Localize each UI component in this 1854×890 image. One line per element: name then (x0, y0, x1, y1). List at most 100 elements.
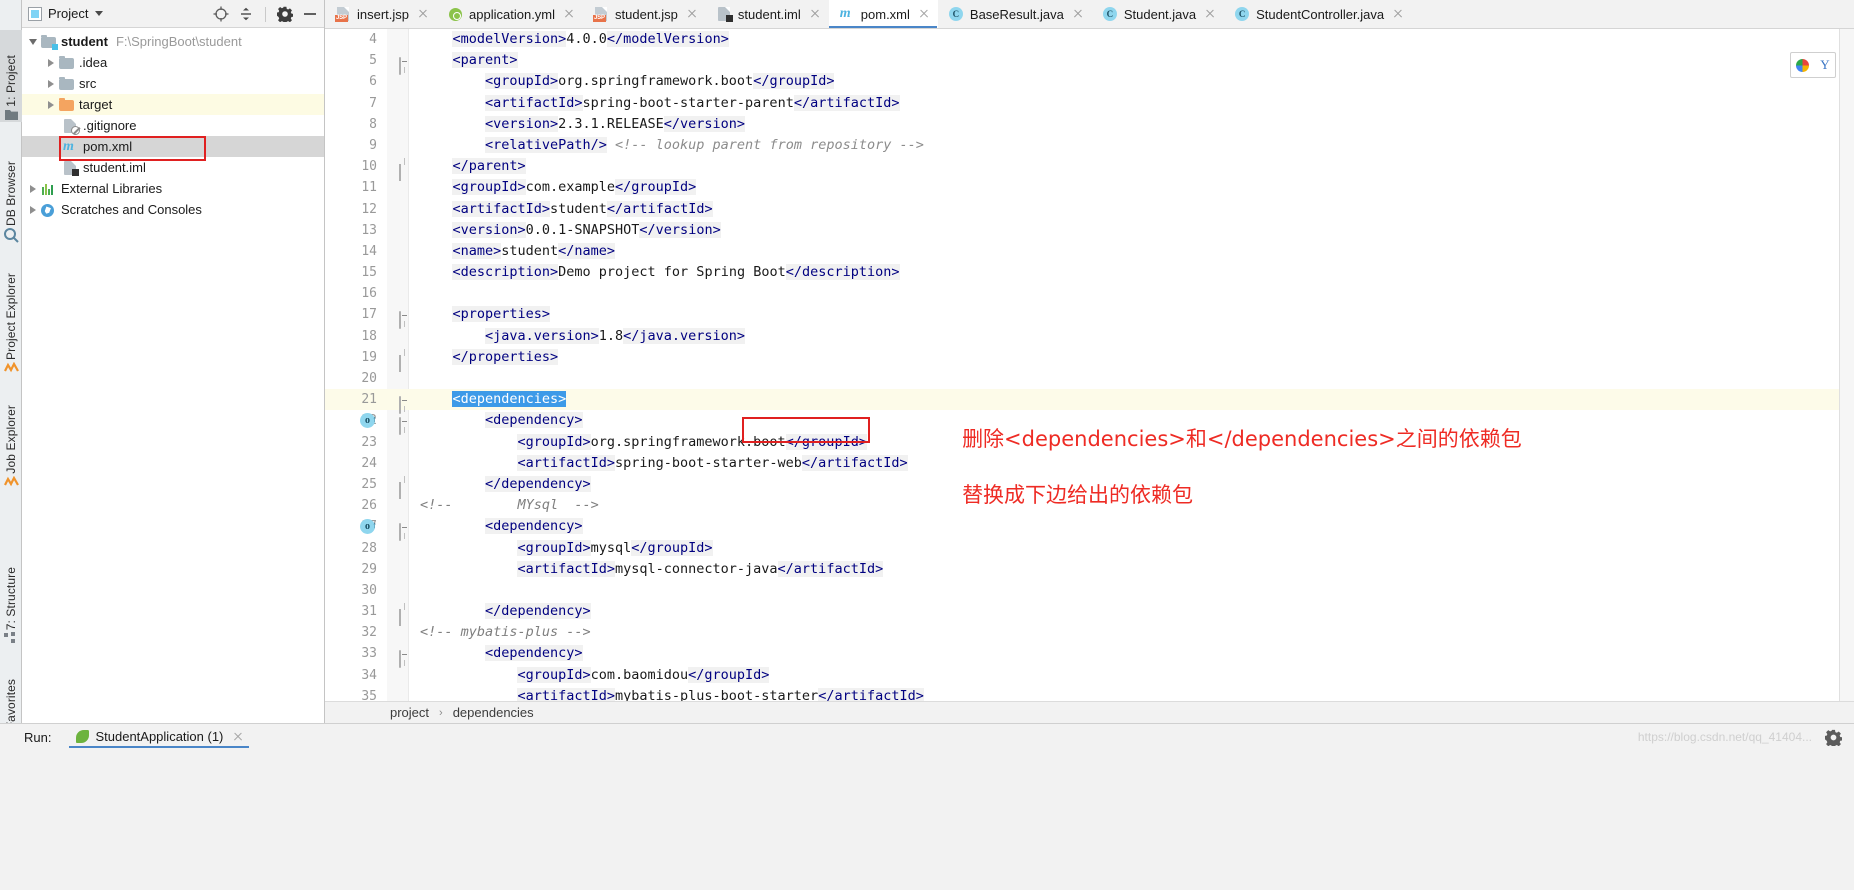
fold-collapse-icon[interactable] (399, 649, 409, 669)
chevron-collapsed-icon[interactable] (44, 100, 58, 109)
code-line[interactable]: 31 </dependency> (325, 601, 1854, 627)
tab-insert-jsp[interactable]: JSP insert.jsp (325, 0, 437, 28)
chevron-collapsed-icon[interactable] (44, 58, 58, 67)
code-line[interactable]: 19 </properties> (325, 347, 1854, 372)
code-line[interactable]: 5 <parent> (325, 50, 1854, 76)
code-line[interactable]: 4 <modelVersion>4.0.0</modelVersion> (325, 29, 1854, 50)
fold-region-end-icon[interactable] (399, 162, 409, 182)
sidebar-item-project[interactable]: 1: Project (0, 30, 22, 122)
code-line[interactable]: 35 <artifactId>mybatis-plus-boot-starter<… (325, 686, 1854, 701)
tree-item-idea[interactable]: .idea (22, 52, 324, 73)
code-line[interactable]: 30 (325, 580, 1854, 601)
close-icon[interactable] (1392, 8, 1404, 20)
code-line[interactable]: 14 <name>student</name> (325, 241, 1854, 262)
chevron-collapsed-icon[interactable] (44, 79, 58, 88)
tree-item-pom-xml[interactable]: m pom.xml (22, 136, 324, 157)
code-editor[interactable]: 4 <modelVersion>4.0.0</modelVersion> 5 <par… (325, 29, 1854, 701)
close-icon[interactable] (1072, 8, 1084, 20)
code-line[interactable]: 29 <artifactId>mysql-connector-java</arti… (325, 559, 1854, 580)
tree-item-scratches-and-consoles[interactable]: Scratches and Consoles (22, 199, 324, 220)
code-line[interactable]: 8 <version>2.3.1.RELEASE</version> (325, 114, 1854, 135)
tree-item-label: student.iml (83, 160, 146, 175)
inspection-level-icon[interactable] (1796, 58, 1810, 72)
tree-item-src[interactable]: src (22, 73, 324, 94)
chevron-collapsed-icon[interactable] (26, 205, 40, 214)
close-icon[interactable] (232, 731, 243, 742)
code-line[interactable]: 20 (325, 368, 1854, 389)
locate-icon[interactable] (213, 6, 229, 22)
fold-collapse-icon[interactable] (399, 416, 409, 436)
code-line[interactable]: 34 <groupId>com.baomidou</groupId> (325, 665, 1854, 686)
code-line[interactable]: 15 <description>Demo project for Spring B… (325, 262, 1854, 283)
chevron-down-icon[interactable] (95, 11, 104, 16)
code-line[interactable]: 16 (325, 283, 1854, 304)
sidebar-item-db-browser[interactable]: DB Browser (0, 135, 22, 245)
hide-icon[interactable] (302, 6, 318, 22)
sidebar-item-structure[interactable]: 7: Structure (0, 548, 22, 646)
code-line[interactable]: 33 <dependency> (325, 643, 1854, 669)
code-line[interactable]: 13 <version>0.0.1-SNAPSHOT</version> (325, 220, 1854, 241)
close-icon[interactable] (686, 8, 698, 20)
code-line[interactable]: 28 <groupId>mysql</groupId> (325, 538, 1854, 559)
hector-icon[interactable]: Y (1820, 57, 1829, 73)
breadcrumb-item-project[interactable]: project (390, 705, 429, 720)
collapse-all-icon[interactable] (238, 6, 254, 22)
maven-dependency-marker-icon[interactable]: o (360, 515, 377, 537)
sidebar-item-job-explorer[interactable]: Job Explorer (0, 382, 22, 490)
fold-region-end-icon[interactable] (399, 480, 409, 499)
tree-item-external-libraries[interactable]: External Libraries (22, 178, 324, 199)
code-line[interactable]: 7 <artifactId>spring-boot-starter-parent<… (325, 93, 1854, 114)
inspection-widget[interactable]: Y (1790, 52, 1836, 78)
code-text-area[interactable]: 4 <modelVersion>4.0.0</modelVersion> 5 <par… (325, 29, 1854, 701)
code-line[interactable]: 17 <properties> (325, 304, 1854, 330)
code-line[interactable]: 32 <!-- mybatis-plus --> (325, 622, 1854, 643)
tab-pom-xml[interactable]: m pom.xml (828, 0, 938, 28)
sidebar-item-project-explorer[interactable]: Project Explorer (0, 250, 22, 376)
line-number: 25 (361, 476, 377, 492)
close-icon[interactable] (809, 8, 821, 20)
fold-collapse-icon[interactable] (399, 395, 409, 415)
code-line[interactable]: 6 <groupId>org.springframework.boot</grou… (325, 71, 1854, 92)
settings-gear-icon[interactable] (277, 6, 293, 22)
editor-marker-gutter[interactable] (1839, 29, 1854, 701)
code-line-text: <!-- mybatis-plus --> (420, 622, 591, 643)
xml-value: org.springframework.boot (590, 433, 786, 450)
breadcrumb[interactable]: project › dependencies (325, 701, 1854, 723)
gear-icon[interactable] (1825, 729, 1842, 746)
code-line[interactable]: 9 <relativePath/> <!-- lookup parent from… (325, 135, 1854, 156)
code-line[interactable]: 11 <groupId>com.example</groupId> (325, 177, 1854, 198)
chevron-collapsed-icon[interactable] (26, 184, 40, 193)
fold-collapse-icon[interactable] (399, 522, 409, 542)
tab-student-jsp[interactable]: JSP student.jsp (583, 0, 706, 28)
code-line[interactable]: 18 <java.version>1.8</java.version> (325, 326, 1854, 347)
tab-studentcontroller-java[interactable]: C StudentController.java (1224, 0, 1412, 28)
tab-baseresult-java[interactable]: C BaseResult.java (938, 0, 1092, 28)
fold-collapse-icon[interactable] (399, 56, 409, 76)
chevron-expanded-icon[interactable] (26, 38, 40, 45)
tab-student-iml[interactable]: student.iml (706, 0, 829, 28)
code-line-text: <artifactId>student</artifactId> (452, 199, 713, 220)
close-icon[interactable] (563, 8, 575, 20)
maven-dependency-marker-icon[interactable]: o (360, 409, 377, 431)
close-icon[interactable] (1204, 8, 1216, 20)
code-line[interactable]: 12 <artifactId>student</artifactId> (325, 199, 1854, 220)
tree-item-student[interactable]: student F:\SpringBoot\student (22, 31, 324, 52)
project-tree[interactable]: student F:\SpringBoot\student .idea src … (22, 28, 324, 723)
tree-item-student-iml[interactable]: student.iml (22, 157, 324, 178)
close-icon[interactable] (417, 8, 429, 20)
xml-tag: <artifactId> (517, 687, 615, 701)
xml-value: spring-boot-starter-web (614, 454, 802, 471)
close-icon[interactable] (918, 8, 930, 20)
xml-tag: </properties> (452, 348, 559, 365)
fold-collapse-icon[interactable] (399, 310, 409, 330)
tree-item-target[interactable]: target (22, 94, 324, 115)
tab-student-java[interactable]: C Student.java (1092, 0, 1224, 28)
code-line[interactable]: 10 </parent> (325, 156, 1854, 182)
tree-item-gitignore[interactable]: .gitignore (22, 115, 324, 136)
breadcrumb-item-dependencies[interactable]: dependencies (453, 705, 534, 720)
run-tab-studentapplication[interactable]: StudentApplication (1) (69, 727, 250, 748)
fold-region-end-icon[interactable] (399, 353, 409, 372)
line-number: 14 (361, 243, 377, 259)
fold-region-end-icon[interactable] (399, 607, 409, 627)
tab-application-yml[interactable]: application.yml (437, 0, 583, 28)
